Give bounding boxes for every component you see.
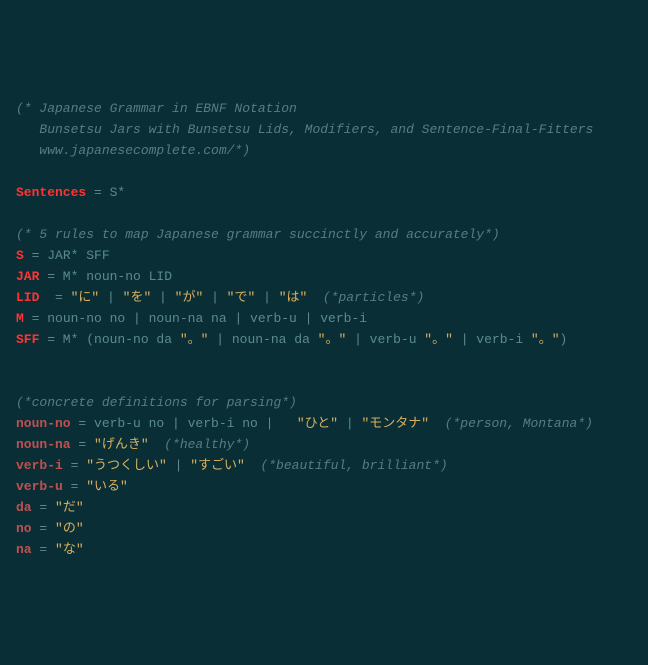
code-line: noun-no = verb-u no | verb-i no | "ひと" |… [16,413,632,434]
token-op: = [32,521,55,536]
token-str: "うつくしい" [86,458,167,473]
token-cmt: (*healthy*) [149,437,250,452]
token-op: = [63,458,86,473]
code-line: verb-u = "いる" [16,476,632,497]
token-id: verb-u [16,479,63,494]
token-cmt: Bunsetsu Jars with Bunsetsu Lids, Modifi… [16,122,593,137]
ebnf-code-block: (* Japanese Grammar in EBNF Notation Bun… [16,98,632,560]
code-line: (* Japanese Grammar in EBNF Notation [16,98,632,119]
code-line: www.japanesecomplete.com/*) [16,140,632,161]
token-op: | [99,290,122,305]
token-cmt: (* 5 rules to map Japanese grammar succi… [16,227,500,242]
code-line: noun-na = "げんき" (*healthy*) [16,434,632,455]
token-str: "で" [227,290,256,305]
token-str: "な" [55,542,84,557]
token-cmt: (*particles*) [307,290,424,305]
code-line: LID = "に" | "を" | "が" | "で" | "は" (*part… [16,287,632,308]
code-line: JAR = M* noun-no LID [16,266,632,287]
token-str: "は" [279,290,308,305]
token-str: "。" [180,332,209,347]
token-id: no [16,521,32,536]
token-id: noun-na [16,437,71,452]
code-line: S = JAR* SFF [16,245,632,266]
token-op: ) [560,332,568,347]
token-str: "モンタナ" [361,416,429,431]
code-line: Sentences = S* [16,182,632,203]
token-kw: SFF [16,332,39,347]
token-str: "いる" [86,479,128,494]
token-op: = M* noun-no LID [39,269,172,284]
token-op: = noun-no no | noun-na na | verb-u | ver… [24,311,367,326]
token-str: "が" [175,290,204,305]
token-str: "すごい" [190,458,245,473]
token-op: = [39,290,70,305]
token-op: | [338,416,361,431]
token-op: = [32,500,55,515]
token-str: "だ" [55,500,84,515]
token-op: = M* (noun-no da [39,332,179,347]
token-op: = [63,479,86,494]
token-op: = verb-u no | verb-i no | [71,416,297,431]
token-op: | [151,290,174,305]
code-line [16,350,632,371]
token-id: na [16,542,32,557]
token-cmt: (*beautiful, brilliant*) [245,458,448,473]
code-line: (*concrete definitions for parsing*) [16,392,632,413]
token-kw: LID [16,290,39,305]
token-cmt: (* Japanese Grammar in EBNF Notation [16,101,297,116]
code-line: verb-i = "うつくしい" | "すごい" (*beautiful, br… [16,455,632,476]
token-kw: M [16,311,24,326]
code-line: M = noun-no no | noun-na na | verb-u | v… [16,308,632,329]
token-op: = [71,437,94,452]
token-id: noun-no [16,416,71,431]
token-op: | verb-i [453,332,531,347]
token-kw: S [16,248,24,263]
token-str: "。" [424,332,453,347]
token-kw: Sentences [16,185,86,200]
token-op: S* [110,185,126,200]
token-cmt: www.japanesecomplete.com/*) [16,143,250,158]
token-str: "ひと" [297,416,338,431]
code-line: SFF = M* (noun-no da "。" | noun-na da "。… [16,329,632,350]
code-line: na = "な" [16,539,632,560]
token-str: "。" [318,332,347,347]
token-op: = [86,185,109,200]
code-line: da = "だ" [16,497,632,518]
token-str: "。" [531,332,560,347]
token-cmt: (*person, Montana*) [429,416,593,431]
token-id: verb-i [16,458,63,473]
token-op: | [167,458,190,473]
token-op: | [255,290,278,305]
token-str: "の" [55,521,84,536]
token-op: = JAR* SFF [24,248,110,263]
code-line: (* 5 rules to map Japanese grammar succi… [16,224,632,245]
token-op: | noun-na da [208,332,317,347]
token-str: "げんき" [94,437,149,452]
token-cmt: (*concrete definitions for parsing*) [16,395,297,410]
code-line [16,371,632,392]
code-line [16,161,632,182]
code-line: Bunsetsu Jars with Bunsetsu Lids, Modifi… [16,119,632,140]
code-line: no = "の" [16,518,632,539]
token-str: "に" [71,290,100,305]
token-op: = [32,542,55,557]
token-id: da [16,500,32,515]
token-op: | [203,290,226,305]
token-str: "を" [123,290,152,305]
code-line [16,203,632,224]
token-kw: JAR [16,269,39,284]
token-op: | verb-u [346,332,424,347]
